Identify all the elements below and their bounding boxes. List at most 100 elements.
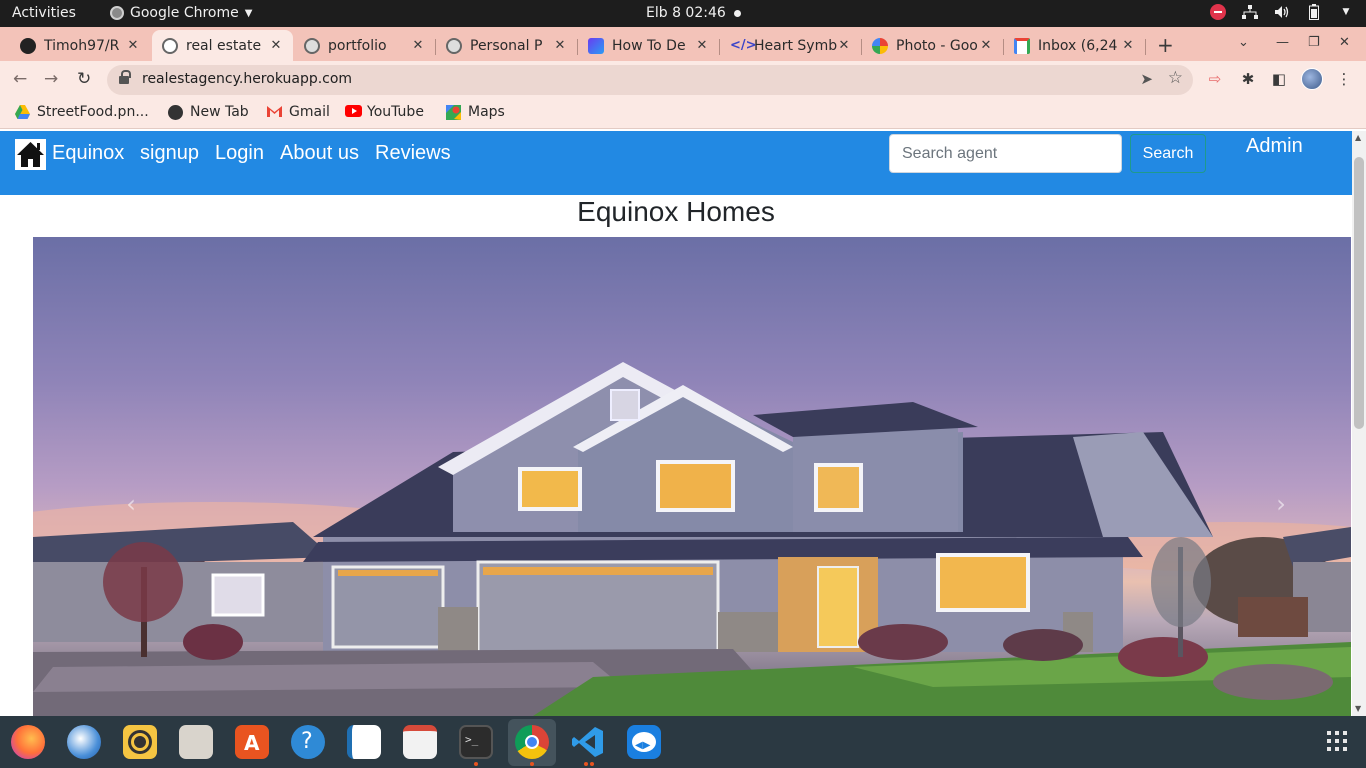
- side-panel-icon[interactable]: ◧: [1270, 70, 1288, 88]
- files-icon[interactable]: [179, 725, 213, 759]
- activities-button[interactable]: Activities: [12, 5, 76, 21]
- restore-icon[interactable]: ❐: [1308, 35, 1320, 50]
- close-icon[interactable]: ✕: [269, 38, 283, 53]
- close-icon[interactable]: ✕: [126, 38, 140, 53]
- nav-login-link[interactable]: Login: [215, 142, 264, 165]
- youtube-icon: [345, 104, 362, 120]
- tab-inbox[interactable]: Inbox (6,24 ✕: [1004, 30, 1145, 61]
- do-not-disturb-icon[interactable]: [1210, 4, 1226, 20]
- bookmark-label: Maps: [468, 104, 505, 120]
- photos-icon: [872, 37, 888, 54]
- tab-how-to[interactable]: How To De ✕: [578, 30, 719, 61]
- show-applications-icon[interactable]: [1327, 731, 1347, 751]
- network-icon[interactable]: [1242, 4, 1258, 20]
- close-icon[interactable]: ✕: [837, 38, 851, 53]
- volume-icon[interactable]: [1274, 4, 1290, 20]
- close-icon[interactable]: ✕: [411, 38, 425, 53]
- bookmark-label: YouTube: [367, 104, 424, 120]
- lock-icon[interactable]: [119, 70, 131, 84]
- running-indicator: [530, 762, 534, 766]
- app-menu[interactable]: Google Chrome ▼: [110, 5, 252, 21]
- close-icon[interactable]: ✕: [553, 38, 567, 53]
- bookmark-maps[interactable]: Maps: [446, 104, 505, 120]
- nav-signup-link[interactable]: signup: [140, 142, 199, 165]
- search-button[interactable]: Search: [1130, 134, 1206, 173]
- globe-icon: [162, 37, 178, 54]
- hero-house-image: [33, 362, 1351, 716]
- drive-icon: [15, 104, 30, 120]
- new-tab-button[interactable]: +: [1157, 33, 1174, 57]
- tab-separator: [719, 39, 720, 55]
- chrome-icon[interactable]: [515, 725, 549, 759]
- tab-title: How To De: [612, 37, 686, 54]
- globe-icon: [446, 37, 462, 54]
- page-title: Equinox Homes: [577, 196, 775, 227]
- reload-icon[interactable]: ↻: [77, 69, 91, 89]
- scroll-up-icon[interactable]: ▲: [1355, 133, 1361, 142]
- hero-carousel[interactable]: ‹ ›: [33, 237, 1351, 716]
- clock[interactable]: Elb 8 02:46: [646, 5, 726, 21]
- help-icon[interactable]: ?: [291, 725, 325, 759]
- nav-reviews-link[interactable]: Reviews: [375, 142, 451, 165]
- url-text[interactable]: realestagency.herokuapp.com: [142, 71, 352, 87]
- tab-title: Timoh97/R: [44, 37, 120, 54]
- document-viewer-icon[interactable]: [403, 725, 437, 759]
- tab-search-icon[interactable]: ⌄: [1238, 35, 1249, 50]
- battery-icon[interactable]: [1306, 4, 1322, 20]
- bookmark-gmail[interactable]: Gmail: [267, 104, 330, 120]
- admin-link[interactable]: Admin: [1246, 135, 1303, 158]
- terminal-icon[interactable]: >_: [459, 725, 493, 759]
- bookmark-star-icon[interactable]: ☆: [1168, 68, 1183, 88]
- carousel-prev-icon[interactable]: ‹: [121, 491, 141, 517]
- menu-kebab-icon[interactable]: ⋮: [1335, 70, 1353, 88]
- thunderbird-icon[interactable]: [67, 725, 101, 759]
- send-icon[interactable]: ➤: [1140, 70, 1153, 88]
- close-window-icon[interactable]: ✕: [1339, 35, 1350, 50]
- running-indicator: [590, 762, 594, 766]
- page-viewport: Equinox signup Login About us Reviews Se…: [0, 131, 1366, 716]
- writer-icon[interactable]: [347, 725, 381, 759]
- chevron-down-icon[interactable]: ▼: [1338, 4, 1354, 20]
- page-scrollbar[interactable]: ▲ ▼: [1352, 131, 1366, 716]
- tab-heart-symbol[interactable]: </> Heart Symb ✕: [720, 30, 861, 61]
- tab-real-estate[interactable]: real estate ✕: [152, 30, 293, 61]
- gmail-icon: [1014, 37, 1030, 54]
- forward-icon[interactable]: →: [44, 69, 58, 89]
- tab-title: Heart Symb: [754, 37, 837, 54]
- carousel-next-icon[interactable]: ›: [1271, 491, 1291, 517]
- tab-timoh97[interactable]: Timoh97/R ✕: [10, 30, 150, 61]
- extension-arrow-icon[interactable]: ⇨: [1206, 70, 1224, 88]
- tab-title: portfolio: [328, 37, 387, 54]
- tab-photo[interactable]: Photo - Goo ✕: [862, 30, 1003, 61]
- address-bar[interactable]: realestagency.herokuapp.com ➤ ☆: [107, 65, 1193, 95]
- teamviewer-icon[interactable]: ◀▶: [627, 725, 661, 759]
- bookmarks-bar: StreetFood.pn... New Tab Gmail YouTube M…: [0, 98, 1366, 129]
- globe-icon: [168, 104, 183, 120]
- tab-personal[interactable]: Personal P ✕: [436, 30, 577, 61]
- scroll-thumb[interactable]: [1354, 157, 1364, 429]
- extensions-puzzle-icon[interactable]: ✱: [1239, 70, 1257, 88]
- tab-portfolio[interactable]: portfolio ✕: [294, 30, 435, 61]
- home-icon[interactable]: [15, 139, 46, 170]
- system-top-bar: Activities Google Chrome ▼ Elb 8 02:46 ▼: [0, 0, 1366, 27]
- scroll-down-icon[interactable]: ▼: [1355, 704, 1361, 713]
- bookmark-new-tab[interactable]: New Tab: [168, 104, 249, 120]
- profile-avatar[interactable]: [1301, 68, 1323, 90]
- vscode-icon[interactable]: [571, 725, 605, 759]
- back-icon[interactable]: ←: [13, 69, 27, 89]
- software-center-icon[interactable]: A: [235, 725, 269, 759]
- firefox-icon[interactable]: [11, 725, 45, 759]
- app-menu-label: Google Chrome: [130, 5, 239, 21]
- globe-icon: [304, 37, 320, 54]
- brand-link[interactable]: Equinox: [52, 142, 124, 165]
- system-tray[interactable]: ▼: [1210, 4, 1354, 20]
- search-agent-input[interactable]: [889, 134, 1122, 173]
- nav-about-link[interactable]: About us: [280, 142, 359, 165]
- close-icon[interactable]: ✕: [695, 38, 709, 53]
- minimize-icon[interactable]: —: [1276, 35, 1289, 50]
- bookmark-streetfood[interactable]: StreetFood.pn...: [15, 104, 149, 120]
- bookmark-youtube[interactable]: YouTube: [345, 104, 424, 120]
- rhythmbox-icon[interactable]: [123, 725, 157, 759]
- close-icon[interactable]: ✕: [1121, 38, 1135, 53]
- close-icon[interactable]: ✕: [979, 38, 993, 53]
